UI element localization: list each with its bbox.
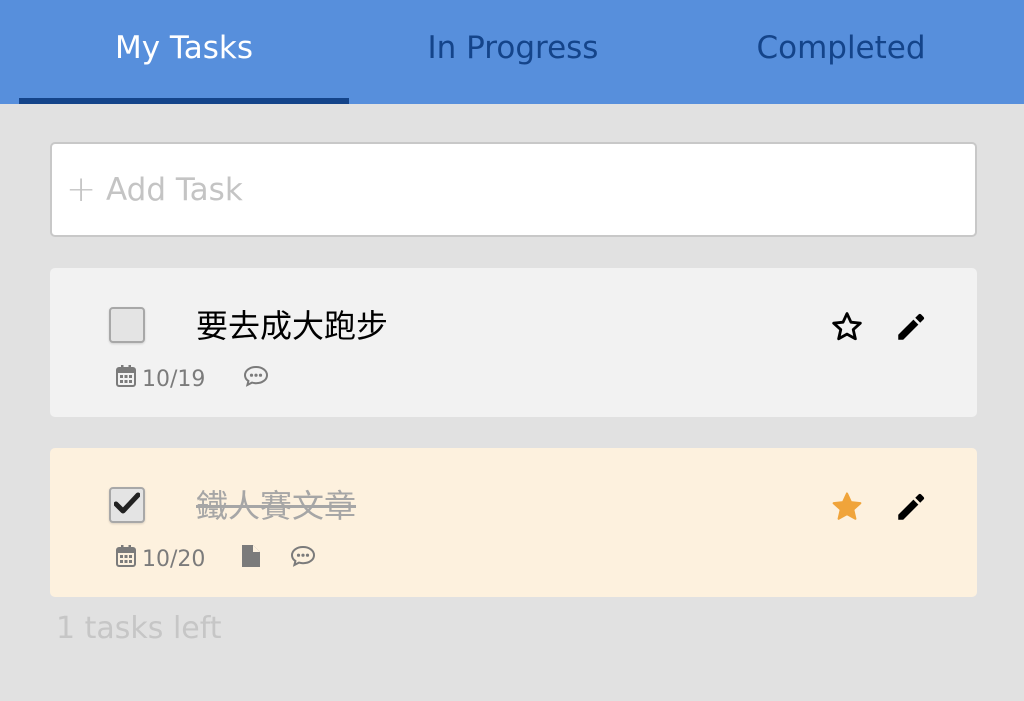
comment-icon <box>290 545 316 573</box>
checkmark-icon <box>113 491 141 519</box>
task-card[interactable]: 鐵人賽文章 10/20 <box>50 448 977 597</box>
tab-bar: My Tasks In Progress Completed <box>0 0 1024 104</box>
add-task-box[interactable]: + <box>50 142 977 237</box>
task-date: 10/20 <box>142 546 206 572</box>
pencil-icon <box>894 310 928 348</box>
calendar-icon <box>116 365 136 393</box>
active-tab-indicator <box>19 98 349 104</box>
tab-my-tasks[interactable]: My Tasks <box>19 0 349 104</box>
star-outline-icon <box>830 310 864 348</box>
edit-button[interactable] <box>893 311 929 347</box>
plus-icon: + <box>66 168 97 210</box>
star-filled-icon <box>830 490 864 528</box>
tab-in-progress[interactable]: In Progress <box>348 0 678 104</box>
calendar-icon <box>116 545 136 573</box>
comment-icon <box>243 365 269 393</box>
task-meta: 10/20 <box>116 544 316 574</box>
task-title: 要去成大跑步 <box>196 307 389 345</box>
task-checkbox[interactable] <box>109 307 145 343</box>
task-checkbox[interactable] <box>109 487 145 523</box>
task-card[interactable]: 要去成大跑步 10/19 <box>50 268 977 417</box>
edit-button[interactable] <box>893 491 929 527</box>
tasks-left-count: 1 tasks left <box>56 611 222 646</box>
task-date: 10/19 <box>142 366 206 392</box>
task-meta: 10/19 <box>116 364 269 394</box>
star-button[interactable] <box>829 491 865 527</box>
add-task-input[interactable] <box>106 171 946 208</box>
tab-completed[interactable]: Completed <box>676 0 1006 104</box>
task-title: 鐵人賽文章 <box>196 487 357 525</box>
pencil-icon <box>894 490 928 528</box>
file-icon <box>241 544 261 574</box>
star-button[interactable] <box>829 311 865 347</box>
